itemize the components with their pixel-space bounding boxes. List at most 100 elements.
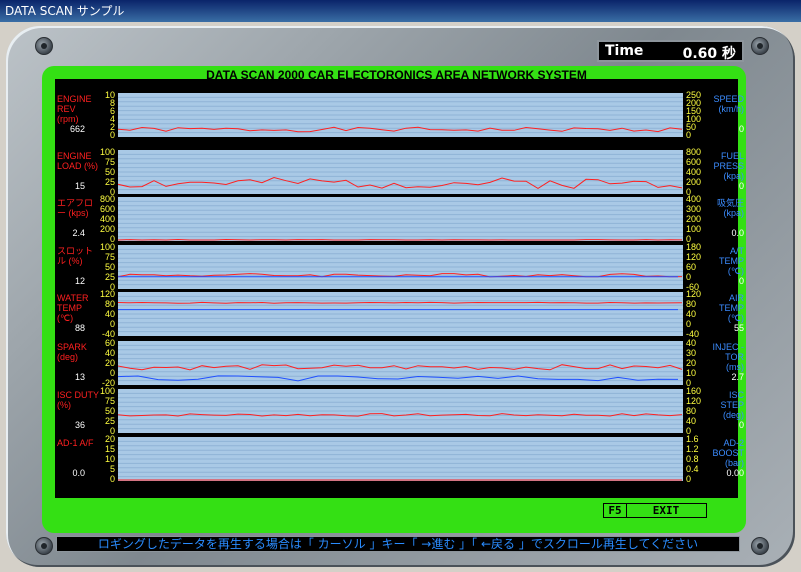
graph-svg [117, 96, 683, 134]
left-axis-tick: 80 [104, 299, 115, 309]
right-channel-label: AIR TEMP (℃) [718, 293, 744, 323]
left-axis-tick: 40 [104, 309, 115, 319]
status-bar: ロギングしたデータを再生する場合は「 カーソル 」キー「 →進む 」「 ←戻る … [56, 536, 740, 552]
graph-svg [117, 295, 683, 333]
graph-plot [117, 93, 683, 137]
left-axis-tick: 20 [104, 358, 115, 368]
graph-panel: DATA SCAN 2000 CAR ELECTORONICS AREA NET… [55, 68, 744, 498]
right-channel-value: 0 [738, 181, 744, 191]
left-axis-tick: 100 [99, 242, 115, 252]
left-axis-tick: 0 [109, 474, 115, 484]
right-axis-tick: 0 [686, 130, 692, 140]
left-channel-value: 88 [74, 323, 85, 333]
left-channel-value: 12 [74, 276, 85, 286]
left-axis-tick: 100 [99, 147, 115, 157]
trace-line-left [117, 176, 683, 189]
right-channel-label: SPEED (km/h) [713, 94, 744, 114]
left-axis-tick: 50 [104, 167, 115, 177]
right-axis-tick: 600 [686, 157, 702, 167]
time-value: 0.60 秒 [682, 46, 736, 62]
right-axis-tick: 200 [686, 214, 702, 224]
right-axis-tick: 30 [686, 348, 697, 358]
right-axis-tick: 0 [686, 474, 692, 484]
left-channel-value: 15 [74, 181, 85, 191]
exit-key-label: F5 [604, 504, 627, 517]
graph-plot [117, 341, 683, 385]
right-channel-label: A/T TEMP (℃) [718, 246, 744, 276]
right-channel-label: AD-2 BOOST (bar) [712, 438, 744, 468]
left-axis-tick: 200 [99, 224, 115, 234]
left-axis-tick: 40 [104, 348, 115, 358]
time-display: Time 0.60 秒 [597, 40, 744, 62]
right-axis-tick: 300 [686, 204, 702, 214]
right-axis-tick: 1.2 [686, 444, 699, 454]
trace-line-left [117, 301, 683, 304]
left-axis-tick: 0 [109, 130, 115, 140]
system-header: DATA SCAN 2000 CAR ELECTORONICS AREA NET… [206, 68, 587, 82]
graph-svg [117, 153, 683, 191]
exit-button[interactable]: F5 EXIT [603, 503, 707, 518]
right-axis-tick: 0 [686, 272, 692, 282]
left-axis-tick: 25 [104, 177, 115, 187]
right-axis-tick: 120 [686, 289, 702, 299]
right-channel-label: FUEL PRESS (kpa) [713, 151, 744, 181]
right-axis-tick: 800 [686, 147, 702, 157]
graph-plot [117, 292, 683, 336]
left-axis-tick: 50 [104, 406, 115, 416]
left-axis-tick: 0 [109, 319, 115, 329]
right-axis-tick: 40 [686, 309, 697, 319]
right-axis-tick: 10 [686, 368, 697, 378]
left-axis-tick: 25 [104, 272, 115, 282]
window-titlebar: DATA SCAN サンプル [0, 0, 801, 22]
graph-svg [118, 440, 683, 481]
screw-icon [35, 537, 53, 555]
screw-icon [751, 537, 769, 555]
left-axis-tick: 5 [109, 464, 115, 474]
left-channel-value: 2.4 [72, 228, 85, 238]
right-axis-tick: 200 [686, 177, 702, 187]
right-axis-tick: 0.4 [686, 464, 699, 474]
right-axis-tick: 180 [686, 242, 702, 252]
right-axis-tick: 20 [686, 358, 697, 368]
left-axis-tick: 50 [104, 262, 115, 272]
right-channel-label: INJEC -TOR (ms) [712, 342, 745, 372]
left-channel-value: 0.0 [72, 468, 85, 478]
right-channel-value: 0.0 [731, 228, 744, 238]
graph-svg [117, 200, 683, 241]
right-axis-tick: 60 [686, 262, 697, 272]
left-axis-tick: 75 [104, 396, 115, 406]
right-channel-value: 0 [738, 420, 744, 430]
right-axis-tick: 160 [686, 386, 702, 396]
right-channel-label: ISC STEP (deg) [720, 390, 744, 420]
left-axis-tick: 25 [104, 416, 115, 426]
left-axis-tick: 100 [99, 386, 115, 396]
exit-label: EXIT [652, 504, 680, 517]
right-channel-label: 吸気圧 (kpa) [716, 198, 744, 218]
graph-svg [117, 248, 683, 286]
left-axis-tick: 60 [104, 338, 115, 348]
right-channel-value: 2.7 [731, 372, 744, 382]
right-axis-tick: 100 [686, 224, 702, 234]
right-channel-value: 0 [738, 276, 744, 286]
left-channel-value: 36 [74, 420, 85, 430]
right-axis-tick: 0 [686, 319, 692, 329]
left-axis-tick: 75 [104, 157, 115, 167]
trace-line-left [117, 238, 683, 241]
right-axis-tick: 40 [686, 416, 697, 426]
graph-plot [117, 150, 683, 194]
right-channel-value: 0 [738, 124, 744, 134]
right-axis-tick: 80 [686, 299, 697, 309]
left-channel-value: 13 [74, 372, 85, 382]
right-axis-tick: 1.6 [686, 434, 699, 444]
screw-icon [35, 37, 53, 55]
right-axis-tick: 400 [686, 194, 702, 204]
screw-icon [751, 37, 769, 55]
right-axis-tick: 120 [686, 396, 702, 406]
left-axis-tick: 400 [99, 214, 115, 224]
left-channel-value: 662 [69, 124, 85, 134]
left-axis-tick: 800 [99, 194, 115, 204]
graph-svg [117, 344, 683, 382]
graph-svg [117, 392, 683, 430]
right-axis-tick: 0.8 [686, 454, 699, 464]
left-axis-tick: 600 [99, 204, 115, 214]
